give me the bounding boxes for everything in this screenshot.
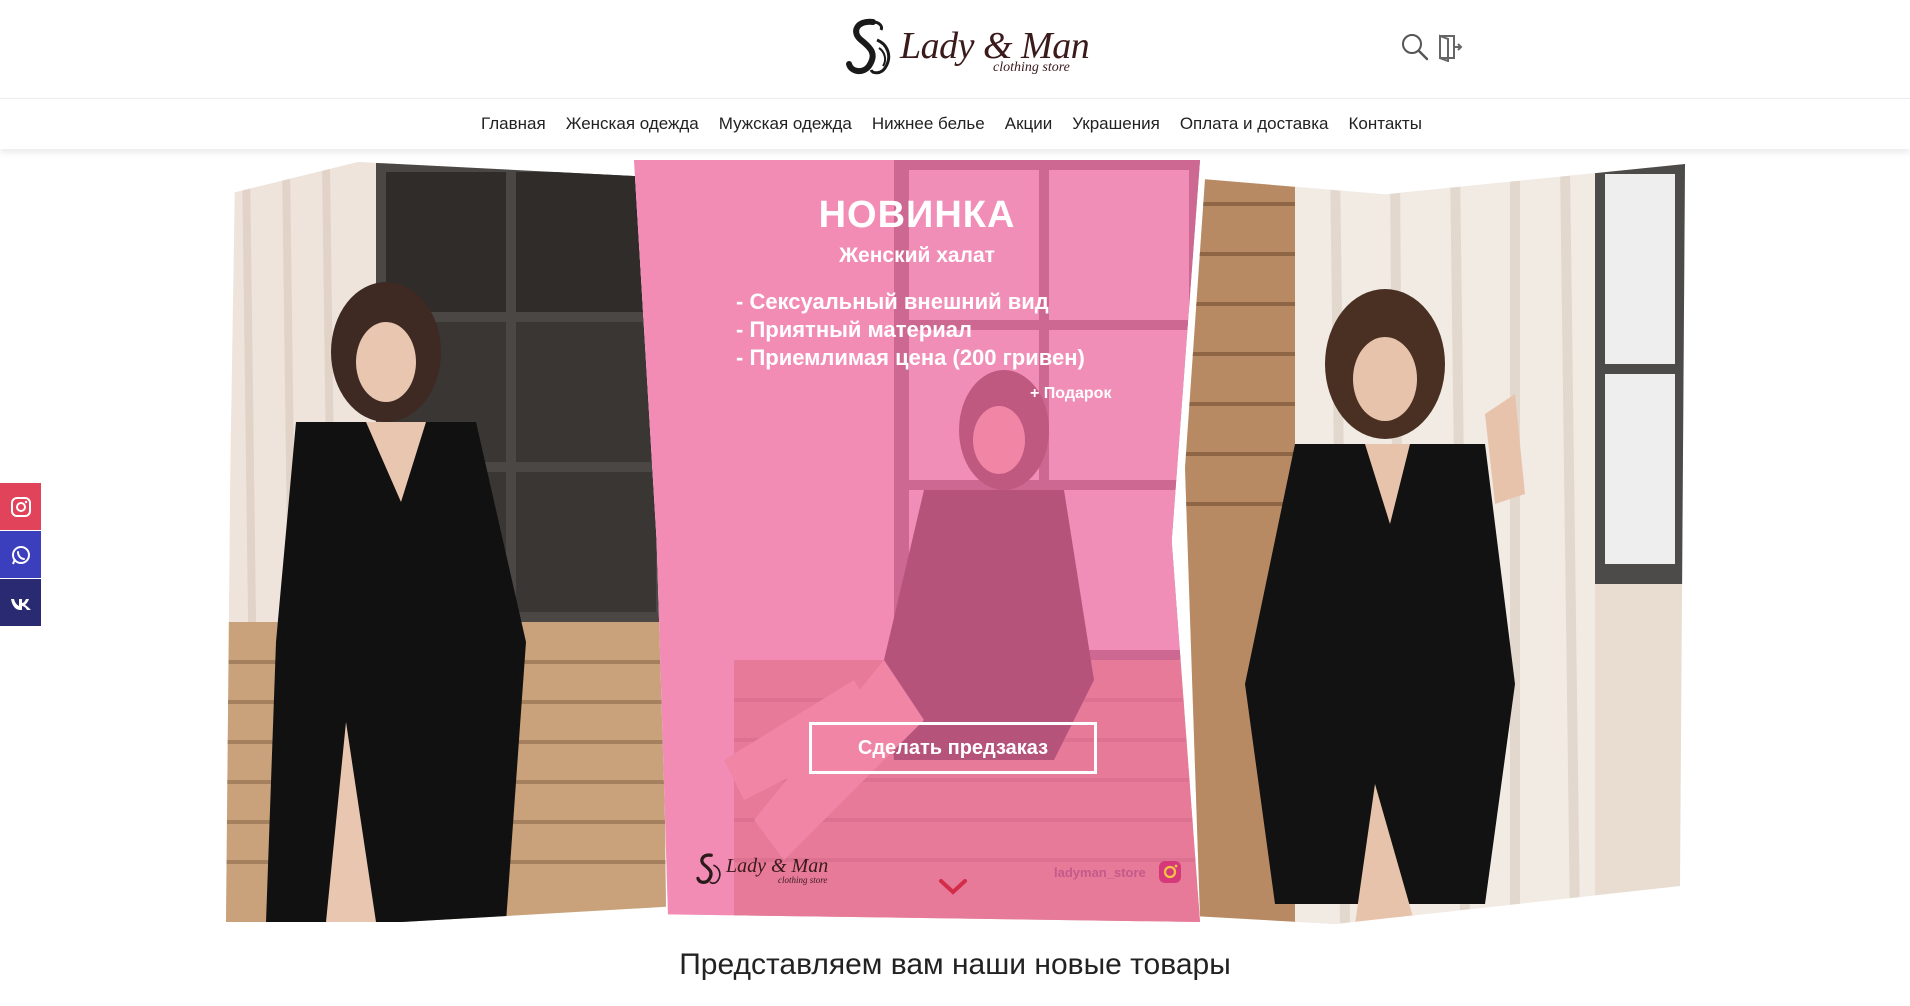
swan-logo-icon <box>846 18 891 75</box>
chevron-down-icon[interactable] <box>938 878 968 896</box>
promo-gift: + Подарок <box>1030 385 1112 402</box>
watermark-subtitle: clothing store <box>778 875 828 885</box>
nav-item-payment-delivery[interactable]: Оплата и доставка <box>1180 114 1329 134</box>
nav-item-jewelry[interactable]: Украшения <box>1072 114 1160 134</box>
nav-item-contacts[interactable]: Контакты <box>1348 114 1421 134</box>
instagram-link[interactable] <box>0 483 41 530</box>
social-sidebar <box>0 483 41 627</box>
promo-panel: НОВИНКА Женский халат - Сексуальный внеш… <box>634 160 1200 922</box>
promo-watermark-logo: Lady & Man clothing store <box>694 853 834 887</box>
site-header: Lady & Man clothing store <box>0 0 1910 98</box>
promo-features: - Сексуальный внешний вид - Приятный мат… <box>736 288 1085 372</box>
pink-overlay <box>634 160 1200 922</box>
hero-photo-left <box>226 162 666 922</box>
promo-subtitle: Женский халат <box>839 244 995 267</box>
logo-subtitle: clothing store <box>993 60 1070 75</box>
instagram-icon <box>1159 861 1181 883</box>
nav-item-underwear[interactable]: Нижнее белье <box>872 114 985 134</box>
nav-item-sales[interactable]: Акции <box>1005 114 1053 134</box>
hero-photo-right <box>1185 164 1685 924</box>
promo-feature: - Приемлимая цена (200 гривен) <box>736 345 1085 370</box>
hero-banner: НОВИНКА Женский халат - Сексуальный внеш… <box>0 150 1910 930</box>
instagram-handle: ladyman_store <box>1054 865 1146 880</box>
whatsapp-link[interactable] <box>0 531 41 578</box>
promo-feature: - Сексуальный внешний вид <box>736 289 1049 314</box>
nav-item-women[interactable]: Женская одежда <box>566 114 699 134</box>
nav-item-men[interactable]: Мужская одежда <box>719 114 852 134</box>
promo-feature: - Приятный материал <box>736 317 972 342</box>
swan-logo-icon <box>696 853 721 885</box>
model-photo-right <box>1185 164 1685 924</box>
main-navigation: Главная Женская одежда Мужская одежда Ни… <box>0 98 1910 149</box>
preorder-button[interactable]: Сделать предзаказ <box>809 722 1097 774</box>
search-icon[interactable] <box>1400 32 1430 62</box>
section-title: Представляем вам наши новые товары <box>679 948 1231 981</box>
vk-icon <box>10 598 31 610</box>
instagram-icon <box>10 496 31 517</box>
brand-logo[interactable]: Lady & Man clothing store <box>843 18 1090 78</box>
model-photo-left <box>226 162 666 922</box>
vk-link[interactable] <box>0 579 41 626</box>
promo-title: НОВИНКА <box>818 194 1016 236</box>
login-door-icon[interactable] <box>1434 32 1464 62</box>
whatsapp-icon <box>11 545 30 564</box>
nav-item-home[interactable]: Главная <box>481 114 546 134</box>
